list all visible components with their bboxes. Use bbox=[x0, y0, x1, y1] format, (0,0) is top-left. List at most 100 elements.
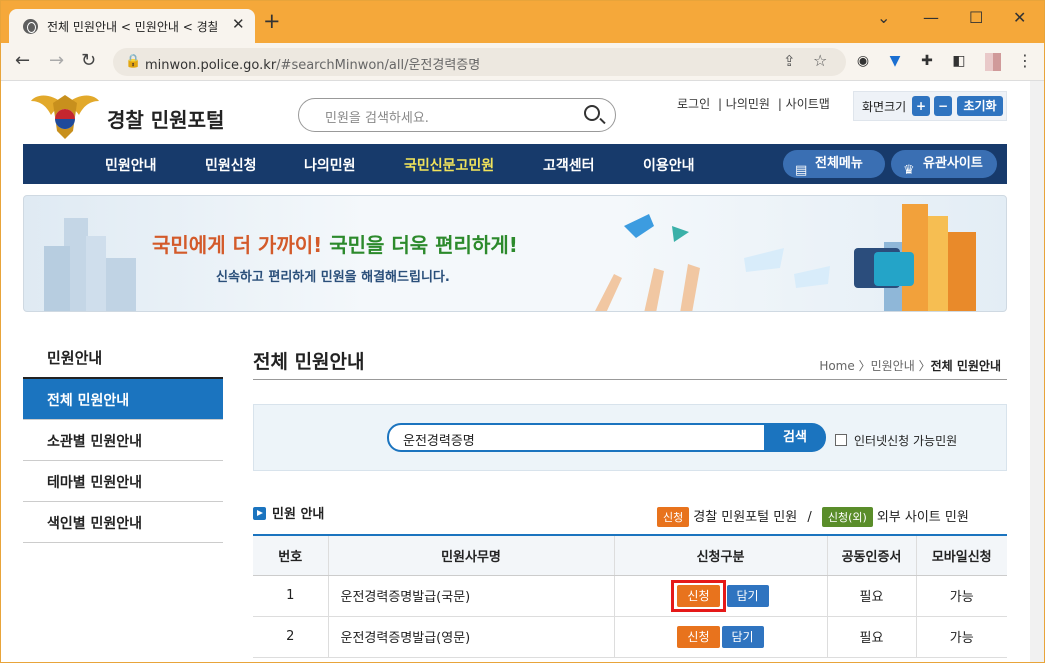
globe-icon bbox=[23, 19, 38, 34]
section-title-text: 민원 안내 bbox=[272, 507, 325, 522]
banner-subtext: 신속하고 편리하게 민원을 해결해드립니다. bbox=[216, 270, 450, 285]
row-apply-cell: 신청 담기 bbox=[613, 575, 827, 617]
main-banner[interactable]: 국민에게 더 가까이! 국민을 더욱 편리하게! 신속하고 편리하게 민원을 해… bbox=[23, 195, 1007, 312]
row-mobile: 가능 bbox=[915, 575, 1007, 617]
row-name[interactable]: 운전경력증명발급(영문) bbox=[327, 616, 614, 658]
apply-button[interactable]: 신청 bbox=[677, 625, 720, 648]
nav-usage-guide[interactable]: 이용안내 bbox=[643, 155, 695, 175]
profile-avatar[interactable] bbox=[985, 53, 1001, 71]
login-link[interactable]: 로그인 bbox=[677, 97, 710, 111]
legend-separator: / bbox=[807, 510, 812, 525]
nav-my-minwon[interactable]: 나의민원 bbox=[304, 155, 356, 175]
main-nav: 민원안내 민원신청 나의민원 국민신문고민원 고객센터 이용안내 ▤ 전체메뉴 ♛… bbox=[23, 144, 1007, 184]
breadcrumb-mid[interactable]: 민원안내 bbox=[871, 359, 915, 373]
menu-kebab-icon[interactable]: ⋮ bbox=[1017, 51, 1033, 70]
internet-apply-checkbox[interactable] bbox=[835, 434, 847, 446]
section-title: 민원 안내 bbox=[253, 503, 324, 522]
sidebar-item-by-department[interactable]: 소관별 민원안내 bbox=[23, 420, 223, 461]
maximize-icon[interactable]: ☐ bbox=[969, 8, 983, 27]
browser-window: 전체 민원안내 < 민원안내 < 경찰 ✕ + ⌄ — ☐ ✕ ← → ↻ 🔒 … bbox=[0, 0, 1045, 663]
table-row: 2 운전경력증명발급(영문) 신청 담기 필요 가능 bbox=[253, 616, 1007, 658]
related-sites-button[interactable]: ♛ 유관사이트 bbox=[891, 150, 997, 178]
row-cert: 필요 bbox=[826, 575, 916, 617]
internet-apply-label[interactable]: 인터넷신청 가능민원 bbox=[854, 432, 957, 449]
extension-v-icon[interactable]: ▼ bbox=[887, 53, 903, 69]
legend-external-tag: 신청(외) bbox=[821, 507, 873, 527]
zoom-in-button[interactable]: + bbox=[912, 96, 930, 116]
menu-doc-icon: ▤ bbox=[795, 163, 808, 178]
puzzle-icon[interactable]: ✚ bbox=[919, 53, 935, 69]
sidebar-item-all-guide[interactable]: 전체 민원안내 bbox=[23, 379, 223, 420]
search-button[interactable]: 검색 bbox=[764, 423, 826, 452]
minwon-table: 번호 민원사무명 신청구분 공동인증서 모바일신청 1 운전경력증명발급(국문)… bbox=[253, 534, 1007, 658]
nav-minwon-apply[interactable]: 민원신청 bbox=[205, 155, 257, 175]
row-mobile: 가능 bbox=[915, 616, 1007, 658]
all-menu-label: 전체메뉴 bbox=[815, 156, 863, 171]
col-header-mobile: 모바일신청 bbox=[915, 534, 1007, 576]
reload-icon[interactable]: ↻ bbox=[81, 50, 96, 71]
col-header-apply: 신청구분 bbox=[613, 534, 827, 576]
legend-apply-tag: 신청 bbox=[657, 507, 690, 527]
address-bar[interactable]: 🔒 minwon.police.go.kr/#searchMinwon/all/… bbox=[113, 48, 846, 76]
title-divider bbox=[253, 379, 1007, 380]
zoom-out-button[interactable]: − bbox=[934, 96, 952, 116]
table-header-row: 번호 민원사무명 신청구분 공동인증서 모바일신청 bbox=[253, 534, 1007, 576]
new-tab-button[interactable]: + bbox=[263, 9, 281, 33]
minwon-search-value: 운전경력증명 bbox=[403, 434, 475, 449]
my-minwon-link[interactable]: | 나의민원 bbox=[718, 97, 770, 111]
url-path: /#searchMinwon/all/운전경력증명 bbox=[276, 58, 481, 73]
sidebar-item-by-index[interactable]: 색인별 민원안내 bbox=[23, 502, 223, 543]
police-logo[interactable] bbox=[29, 87, 101, 141]
table-row: 1 운전경력증명발급(국문) 신청 담기 필요 가능 bbox=[253, 575, 1007, 617]
url-host: minwon.police.go.kr bbox=[145, 58, 277, 73]
forward-icon[interactable]: → bbox=[49, 50, 64, 71]
col-header-cert: 공동인증서 bbox=[826, 534, 916, 576]
nav-minwon-guide[interactable]: 민원안내 bbox=[105, 155, 157, 175]
side-nav-title: 민원안내 bbox=[23, 337, 223, 379]
add-to-cart-button[interactable]: 담기 bbox=[721, 625, 764, 648]
nav-sinmungo[interactable]: 국민신문고민원 bbox=[404, 155, 494, 175]
breadcrumb-current: 전체 민원안내 bbox=[930, 359, 1001, 373]
title-bar: 전체 민원안내 < 민원안내 < 경찰 ✕ + ⌄ — ☐ ✕ bbox=[1, 1, 1044, 43]
row-no: 2 bbox=[253, 616, 328, 658]
all-menu-button[interactable]: ▤ 전체메뉴 bbox=[783, 150, 885, 178]
add-to-cart-button[interactable]: 담기 bbox=[726, 584, 769, 607]
legend-apply-text: 경찰 민원포털 민원 bbox=[693, 510, 798, 525]
breadcrumb: Home 〉민원안내 〉전체 민원안내 bbox=[819, 359, 1001, 373]
extension-icon[interactable]: ◉ bbox=[855, 53, 871, 69]
banner-headline-a: 국민에게 더 가까이! bbox=[152, 233, 323, 257]
browser-toolbar: ← → ↻ 🔒 minwon.police.go.kr/#searchMinwo… bbox=[1, 43, 1044, 81]
emblem-icon: ♛ bbox=[903, 163, 915, 178]
site-search-input[interactable]: 민원을 검색하세요. bbox=[298, 98, 616, 132]
sitemap-link[interactable]: | 사이트맵 bbox=[778, 97, 830, 111]
sidebar-item-by-theme[interactable]: 테마별 민원안내 bbox=[23, 461, 223, 502]
row-apply-cell: 신청 담기 bbox=[613, 616, 827, 658]
site-name[interactable]: 경찰 민원포털 bbox=[107, 104, 224, 133]
close-window-icon[interactable]: ✕ bbox=[1013, 8, 1026, 27]
zoom-control: 화면크기 + − 초기화 bbox=[853, 91, 1007, 121]
search-icon[interactable] bbox=[584, 105, 600, 121]
page-scrollbar[interactable] bbox=[1030, 81, 1044, 662]
banner-headline-b: 국민을 더욱 편리하게! bbox=[329, 233, 518, 257]
minwon-search-input[interactable]: 운전경력증명 bbox=[387, 423, 767, 452]
zoom-reset-button[interactable]: 초기화 bbox=[957, 96, 1003, 116]
share-icon[interactable]: ⇪ bbox=[783, 52, 796, 70]
web-page: 경찰 민원포털 민원을 검색하세요. 로그인 | 나의민원 | 사이트맵 화면크… bbox=[1, 81, 1044, 662]
breadcrumb-home[interactable]: Home bbox=[819, 359, 854, 373]
row-no: 1 bbox=[253, 575, 328, 617]
legend-external-text: 외부 사이트 민원 bbox=[876, 510, 969, 525]
browser-tab[interactable]: 전체 민원안내 < 민원안내 < 경찰 ✕ bbox=[9, 9, 255, 43]
back-icon[interactable]: ← bbox=[15, 50, 30, 71]
chevron-down-icon[interactable]: ⌄ bbox=[877, 8, 890, 27]
close-tab-icon[interactable]: ✕ bbox=[232, 15, 245, 33]
col-header-name: 민원사무명 bbox=[327, 534, 614, 576]
minimize-icon[interactable]: — bbox=[923, 8, 939, 27]
apply-button[interactable]: 신청 bbox=[677, 584, 720, 607]
nav-customer-center[interactable]: 고객센터 bbox=[543, 155, 595, 175]
row-name[interactable]: 운전경력증명발급(국문) bbox=[327, 575, 614, 617]
play-icon bbox=[253, 507, 266, 520]
banner-headline: 국민에게 더 가까이! 국민을 더욱 편리하게! bbox=[152, 229, 518, 258]
bookmark-star-icon[interactable]: ☆ bbox=[813, 51, 827, 70]
side-panel-icon[interactable]: ◧ bbox=[951, 53, 967, 69]
apply-legend: 신청 경찰 민원포털 민원 / 신청(외) 외부 사이트 민원 bbox=[657, 506, 969, 527]
